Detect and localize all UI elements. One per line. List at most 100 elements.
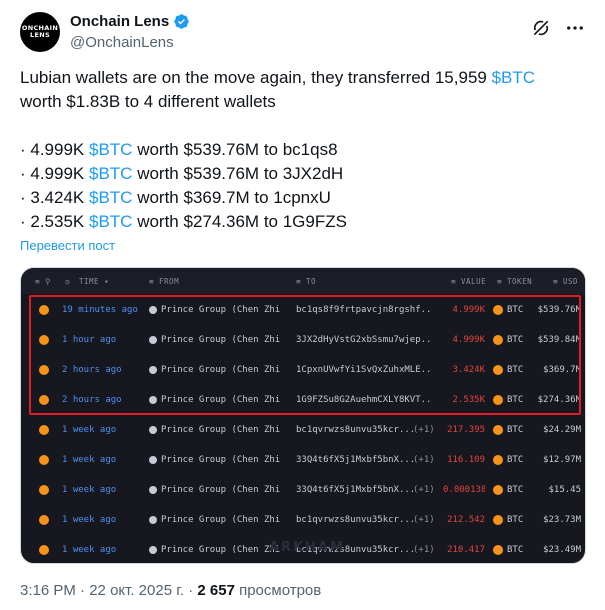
btc-coin-icon: [493, 485, 503, 495]
time-cell[interactable]: 1 week ago: [62, 515, 116, 525]
from-cell[interactable]: Prince Group (Chen Zhi: [161, 515, 286, 525]
avatar[interactable]: ONCHAIN LENS: [20, 12, 60, 52]
footer-separator: ·: [75, 582, 90, 599]
bullet-line: · 4.999K $BTC worth $539.76M to bc1qs8: [20, 138, 585, 162]
table-row[interactable]: 1 week ago Prince Group (Chen Zhi bc1qvrwz…: [21, 415, 585, 445]
bullet-line: · 4.999K $BTC worth $539.76M to 3JX2dH: [20, 162, 585, 186]
entity-icon: [149, 426, 157, 434]
post-time[interactable]: 3:16 PM: [20, 582, 76, 599]
to-cell[interactable]: 33Q4t6fX5j1Mxbf5bnX...: [296, 455, 432, 465]
time-header: TIME ▾: [79, 277, 110, 286]
from-cell[interactable]: Prince Group (Chen Zhi: [161, 425, 286, 435]
bullet-prefix: · 4.999K: [20, 140, 89, 159]
entity-icon: [149, 546, 157, 554]
time-header-label: TIME: [79, 277, 100, 286]
grok-icon[interactable]: [531, 18, 551, 38]
bullet-suffix: worth $539.76M to bc1qs8: [132, 140, 338, 159]
to-cell[interactable]: 33Q4t6fX5j1Mxbf5bnX...: [296, 485, 432, 495]
to-extra-count: (+1): [413, 485, 435, 495]
from-cell[interactable]: Prince Group (Chen Zhi: [161, 455, 286, 465]
value-cell: 210.417: [447, 545, 485, 555]
tweet-line-1-text: Lubian wallets are on the move again, th…: [20, 68, 492, 87]
usd-cell: $12.97M: [543, 455, 581, 465]
token-cell: BTC: [507, 485, 524, 495]
cashtag-link[interactable]: $BTC: [89, 188, 132, 207]
to-cell[interactable]: bc1qvrwzs8unvu35kcr...: [296, 425, 432, 435]
token-cell: BTC: [507, 455, 524, 465]
cashtag-link[interactable]: $BTC: [89, 140, 132, 159]
bullet-prefix: · 2.535K: [20, 212, 89, 231]
views-count: 2 657: [197, 582, 235, 599]
tweet-media-image[interactable]: ≡ ⚲ ◷ TIME ▾ ≡ FROM ≡ TO ≡ VALUE ≡ TOKEN…: [20, 267, 586, 564]
time-cell[interactable]: 1 week ago: [62, 455, 116, 465]
from-cell[interactable]: Prince Group (Chen Zhi: [161, 545, 286, 555]
tweet-text: Lubian wallets are on the move again, th…: [20, 66, 585, 234]
from-cell[interactable]: Prince Group (Chen Zhi: [161, 485, 286, 495]
btc-coin-icon: [39, 545, 49, 555]
avatar-logo-text: ONCHAIN LENS: [21, 24, 59, 39]
value-cell: 217.395: [447, 425, 485, 435]
entity-icon: [149, 456, 157, 464]
cashtag-link[interactable]: $BTC: [492, 68, 535, 87]
token-header: ≡ TOKEN: [497, 277, 533, 286]
btc-coin-icon: [493, 545, 503, 555]
token-cell: BTC: [507, 545, 524, 555]
usd-header-label: USD: [563, 277, 579, 286]
translate-post-link[interactable]: Перевести пост: [20, 238, 115, 253]
token-cell: BTC: [507, 425, 524, 435]
time-cell[interactable]: 1 week ago: [62, 485, 116, 495]
tweet-footer: 3:16 PM · 22 окт. 2025 г. · 2 657 просмо…: [20, 582, 321, 599]
to-header: ≡ TO: [296, 277, 317, 286]
table-row[interactable]: 1 week ago Prince Group (Chen Zhi bc1qvrwz…: [21, 505, 585, 535]
more-icon[interactable]: [565, 18, 585, 38]
bullet-line: · 3.424K $BTC worth $369.7M to 1cpnxU: [20, 186, 585, 210]
time-cell[interactable]: 1 week ago: [62, 545, 116, 555]
cashtag-link[interactable]: $BTC: [89, 164, 132, 183]
author-display-name[interactable]: Onchain Lens: [70, 13, 169, 30]
post-date[interactable]: 22 окт. 2025 г.: [89, 582, 184, 599]
verified-badge-icon: [174, 14, 189, 29]
entity-icon: [149, 486, 157, 494]
bullet-line: · 2.535K $BTC worth $274.36M to 1G9FZS: [20, 210, 585, 234]
bullet-suffix: worth $274.36M to 1G9FZS: [132, 212, 347, 231]
btc-coin-icon: [39, 425, 49, 435]
arkham-watermark: ARKHAM: [269, 540, 346, 555]
btc-coin-icon: [39, 455, 49, 465]
tweet-header: ONCHAIN LENS Onchain Lens @OnchainLens: [20, 12, 585, 56]
to-extra-count: (+1): [413, 545, 435, 555]
usd-cell: $15.45: [548, 485, 581, 495]
to-cell[interactable]: bc1qvrwzs8unvu35kcr...: [296, 515, 432, 525]
time-cell[interactable]: 1 week ago: [62, 425, 116, 435]
table-row[interactable]: 1 week ago Prince Group (Chen Zhi 33Q4t6fX…: [21, 445, 585, 475]
btc-coin-icon: [493, 455, 503, 465]
value-cell: 0.000138: [443, 485, 485, 495]
author-handle[interactable]: @OnchainLens: [70, 34, 174, 51]
footer-separator: ·: [184, 582, 198, 599]
author-name-line[interactable]: Onchain Lens: [70, 13, 190, 30]
to-extra-count: (+1): [413, 455, 435, 465]
bullet-prefix: · 4.999K: [20, 164, 89, 183]
usd-cell: $23.73M: [543, 515, 581, 525]
table-row[interactable]: 1 week ago Prince Group (Chen Zhi 33Q4t6fX…: [21, 475, 585, 505]
entity-icon: [149, 516, 157, 524]
bullet-suffix: worth $369.7M to 1cpnxU: [132, 188, 331, 207]
usd-cell: $24.29M: [543, 425, 581, 435]
token-header-label: TOKEN: [507, 277, 533, 286]
btc-coin-icon: [493, 515, 503, 525]
tweet-line-1: Lubian wallets are on the move again, th…: [20, 66, 585, 90]
to-extra-count: (+1): [413, 425, 435, 435]
bullet-prefix: · 3.424K: [20, 188, 89, 207]
btc-coin-icon: [39, 485, 49, 495]
views-label: просмотров: [234, 582, 322, 599]
cashtag-link[interactable]: $BTC: [89, 212, 132, 231]
value-cell: 116.109: [447, 455, 485, 465]
table-header: ≡ ⚲ ◷ TIME ▾ ≡ FROM ≡ TO ≡ VALUE ≡ TOKEN…: [21, 268, 585, 294]
tweet-line-2: worth $1.83B to 4 different wallets: [20, 92, 276, 111]
usd-header: ≡ USD: [553, 277, 579, 286]
from-header-label: FROM: [159, 277, 180, 286]
highlight-box: [29, 295, 581, 415]
from-header: ≡ FROM: [149, 277, 180, 286]
filter-icon: ≡ ⚲: [35, 277, 52, 286]
btc-coin-icon: [493, 425, 503, 435]
